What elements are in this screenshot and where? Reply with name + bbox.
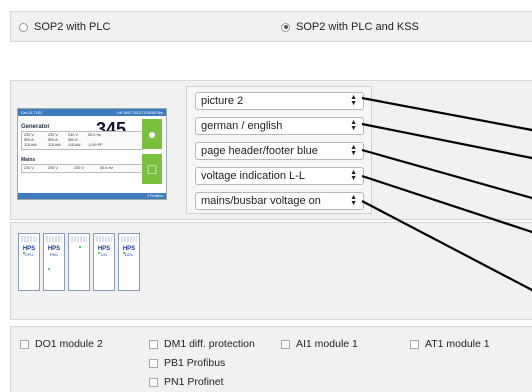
module-terminals [96, 236, 112, 242]
module-label: DI1 [100, 252, 108, 257]
status-led [79, 246, 81, 248]
cell: 115 kW [48, 143, 61, 147]
generator-values-table: 230 V 230 V 230 V 50.0 Hz 500 A 500 A 50… [21, 131, 143, 150]
generator-label: Generator [21, 124, 50, 130]
cell: 230 V [24, 166, 34, 170]
header-footer-color-select[interactable]: page header/footer blue ▲ ▼ [195, 142, 364, 160]
checkbox[interactable] [410, 339, 419, 349]
checkbox[interactable] [149, 339, 158, 349]
picture-select[interactable]: picture 2 ▲ ▼ [195, 92, 364, 110]
radio-label: SOP2 with PLC and KSS [296, 21, 419, 33]
voltage-indication-select[interactable]: voltage indication L-L ▲ ▼ [195, 167, 364, 185]
option-label: PN1 Profinet [164, 376, 224, 388]
select-value: mains/busbar voltage on [201, 195, 321, 207]
module-do1: HPS DO1 [118, 233, 140, 291]
screen-footer: 3 Profibus [18, 193, 166, 199]
checkbox[interactable] [149, 377, 158, 387]
module-pm1: HPS PM1 [43, 233, 65, 291]
cell: 115 kW [24, 143, 37, 147]
select-value: german / english [201, 120, 283, 132]
select-value: voltage indication L-L [201, 170, 305, 182]
screen-topbar: Gen 21.7VDC HH 16/07 2013 12:34:56 Gen [18, 109, 166, 116]
option-ai1-module-1[interactable]: AI1 module 1 [281, 338, 358, 350]
module-label: PM1 [49, 252, 59, 257]
module-cpu: HPS CPU [18, 233, 40, 291]
select-value: picture 2 [201, 95, 244, 107]
hardware-modules-panel: HPS CPU HPS PM1 HPS DI1 HPS DO1 [10, 222, 532, 320]
status-led [23, 252, 25, 254]
lightbulb-icon: ● [142, 119, 162, 149]
document-icon: □ [142, 154, 162, 184]
module-di1: HPS DI1 [93, 233, 115, 291]
radio-option-sop2-plc[interactable]: SOP2 with PLC [19, 21, 110, 33]
cell: 230 V [74, 166, 84, 170]
module-blank [68, 233, 90, 291]
option-label: AI1 module 1 [296, 338, 358, 350]
option-do1-module-2[interactable]: DO1 module 2 [20, 338, 103, 350]
module-label: CPU [24, 252, 34, 257]
up-down-arrows-icon: ▲ ▼ [350, 119, 357, 132]
option-label: PB1 Profibus [164, 357, 226, 369]
option-label: DO1 module 2 [35, 338, 103, 350]
radio-label: SOP2 with PLC [34, 21, 111, 33]
language-select[interactable]: german / english ▲ ▼ [195, 117, 364, 135]
option-label: DM1 diff. protection [164, 338, 255, 350]
status-led [48, 268, 50, 270]
up-down-arrows-icon: ▲ ▼ [350, 194, 357, 207]
cell: 230 V [48, 166, 58, 170]
cell: 50.0 Hz [100, 166, 114, 170]
screen-topbar-left: Gen 21.7VDC [21, 110, 43, 115]
mains-busbar-voltage-select[interactable]: mains/busbar voltage on ▲ ▼ [195, 192, 364, 210]
cell: -0.99 PF [88, 143, 103, 147]
checkbox[interactable] [149, 358, 158, 368]
module-terminals [46, 236, 62, 242]
status-led [123, 252, 125, 254]
status-led [98, 252, 100, 254]
radio-button[interactable] [281, 22, 290, 32]
module-terminals [21, 236, 37, 242]
select-value: page header/footer blue [201, 145, 318, 157]
checkbox[interactable] [281, 339, 290, 349]
screen-topbar-right: HH 16/07 2013 12:34:56 Gen [117, 110, 163, 115]
firmware-variant-panel: SOP2 with PLC SOP2 with PLC and KSS [10, 11, 532, 42]
option-dm1-diff-protection[interactable]: DM1 diff. protection [149, 338, 255, 350]
up-down-arrows-icon: ▲ ▼ [350, 94, 357, 107]
radio-option-sop2-plc-kss[interactable]: SOP2 with PLC and KSS [281, 21, 419, 33]
up-down-arrows-icon: ▲ ▼ [350, 144, 357, 157]
display-config-panel: Gen 21.7VDC HH 16/07 2013 12:34:56 Gen G… [10, 80, 532, 220]
cell: 115 kW [68, 143, 81, 147]
option-pn1-profinet[interactable]: PN1 Profinet [149, 376, 224, 388]
module-options-panel: DO1 module 2 DM1 diff. protection PB1 Pr… [10, 326, 532, 392]
module-label: DO1 [124, 252, 134, 257]
module-terminals [71, 236, 87, 242]
radio-button[interactable] [19, 22, 28, 32]
display-settings-group: picture 2 ▲ ▼ german / english ▲ ▼ page he… [186, 86, 372, 214]
mains-values-table: 230 V 230 V 230 V 50.0 Hz [21, 164, 143, 173]
module-terminals [121, 236, 137, 242]
option-label: AT1 module 1 [425, 338, 490, 350]
checkbox[interactable] [20, 339, 29, 349]
option-at1-module-1[interactable]: AT1 module 1 [410, 338, 490, 350]
device-screen-preview: Gen 21.7VDC HH 16/07 2013 12:34:56 Gen G… [17, 108, 167, 200]
option-pb1-profibus[interactable]: PB1 Profibus [149, 357, 225, 369]
mains-label: Mains [21, 157, 36, 163]
up-down-arrows-icon: ▲ ▼ [350, 169, 357, 182]
